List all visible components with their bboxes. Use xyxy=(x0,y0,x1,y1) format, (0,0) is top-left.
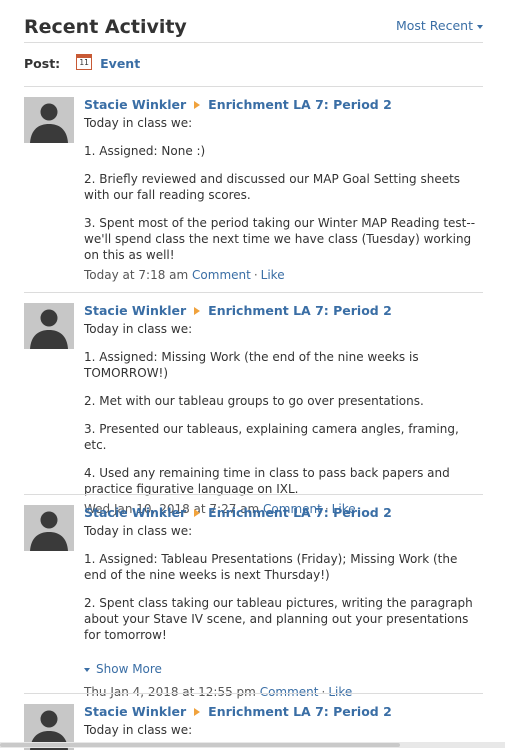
post-event-link[interactable]: Event xyxy=(100,56,140,71)
divider xyxy=(24,86,483,87)
group-link[interactable]: Enrichment LA 7: Period 2 xyxy=(208,303,392,318)
divider xyxy=(24,292,483,293)
post-paragraph: 2. Met with our tableau groups to go ove… xyxy=(84,394,424,408)
author-link[interactable]: Stacie Winkler xyxy=(84,704,186,719)
post-intro: Today in class we: xyxy=(84,322,193,336)
timestamp: Today at 7:18 am xyxy=(84,268,189,282)
post-intro: Today in class we: xyxy=(84,116,193,130)
horizontal-scrollbar[interactable] xyxy=(0,742,505,748)
divider xyxy=(24,494,483,495)
scrollbar-thumb[interactable] xyxy=(0,743,400,747)
post-paragraph: 3. Presented our tableaus, explaining ca… xyxy=(84,422,459,452)
chevron-down-icon xyxy=(477,24,483,29)
avatar[interactable] xyxy=(24,303,74,349)
post-meta: Today at 7:18 am Comment · Like xyxy=(84,268,285,282)
post-paragraph: 2. Spent class taking our tableau pictur… xyxy=(84,596,473,642)
chevron-down-icon xyxy=(84,667,90,672)
author-link[interactable]: Stacie Winkler xyxy=(84,303,186,318)
sort-dropdown[interactable]: Most Recent xyxy=(396,18,483,33)
page-title: Recent Activity xyxy=(24,16,187,38)
author-link[interactable]: Stacie Winkler xyxy=(84,505,186,520)
arrow-right-icon xyxy=(194,509,201,517)
recent-activity-header: Recent Activity Most Recent xyxy=(24,14,483,43)
post-paragraph: 4. Used any remaining time in class to p… xyxy=(84,466,450,496)
post-paragraph: 1. Assigned: Missing Work (the end of th… xyxy=(84,350,419,380)
avatar[interactable] xyxy=(24,97,74,143)
arrow-right-icon xyxy=(194,708,201,716)
post-bar: Post: 11 Event xyxy=(24,54,140,71)
post-paragraph: 3. Spent most of the period taking our W… xyxy=(84,216,476,262)
arrow-right-icon xyxy=(194,307,201,315)
show-more-button[interactable]: Show More xyxy=(84,661,483,677)
group-link[interactable]: Enrichment LA 7: Period 2 xyxy=(208,505,392,520)
like-link[interactable]: Like xyxy=(328,685,352,699)
post-paragraph: 1. Assigned: Tableau Presentations (Frid… xyxy=(84,552,458,582)
group-link[interactable]: Enrichment LA 7: Period 2 xyxy=(208,704,392,719)
arrow-right-icon xyxy=(194,101,201,109)
comment-link[interactable]: Comment xyxy=(192,268,251,282)
comment-link[interactable]: Comment xyxy=(260,685,319,699)
timestamp: Thu Jan 4, 2018 at 12:55 pm xyxy=(84,685,256,699)
avatar[interactable] xyxy=(24,505,74,551)
post-meta: Thu Jan 4, 2018 at 12:55 pm Comment · Like xyxy=(84,685,353,699)
calendar-icon[interactable]: 11 xyxy=(76,54,93,70)
post-label: Post: xyxy=(24,56,61,71)
show-more-label: Show More xyxy=(96,662,162,676)
divider xyxy=(24,693,483,694)
post-intro: Today in class we: xyxy=(84,723,193,737)
group-link[interactable]: Enrichment LA 7: Period 2 xyxy=(208,97,392,112)
post-paragraph: 2. Briefly reviewed and discussed our MA… xyxy=(84,172,461,202)
sort-label: Most Recent xyxy=(395,18,473,33)
post-paragraph: 1. Assigned: None :) xyxy=(84,144,206,158)
post-intro: Today in class we: xyxy=(84,524,193,538)
author-link[interactable]: Stacie Winkler xyxy=(84,97,186,112)
like-link[interactable]: Like xyxy=(261,268,285,282)
